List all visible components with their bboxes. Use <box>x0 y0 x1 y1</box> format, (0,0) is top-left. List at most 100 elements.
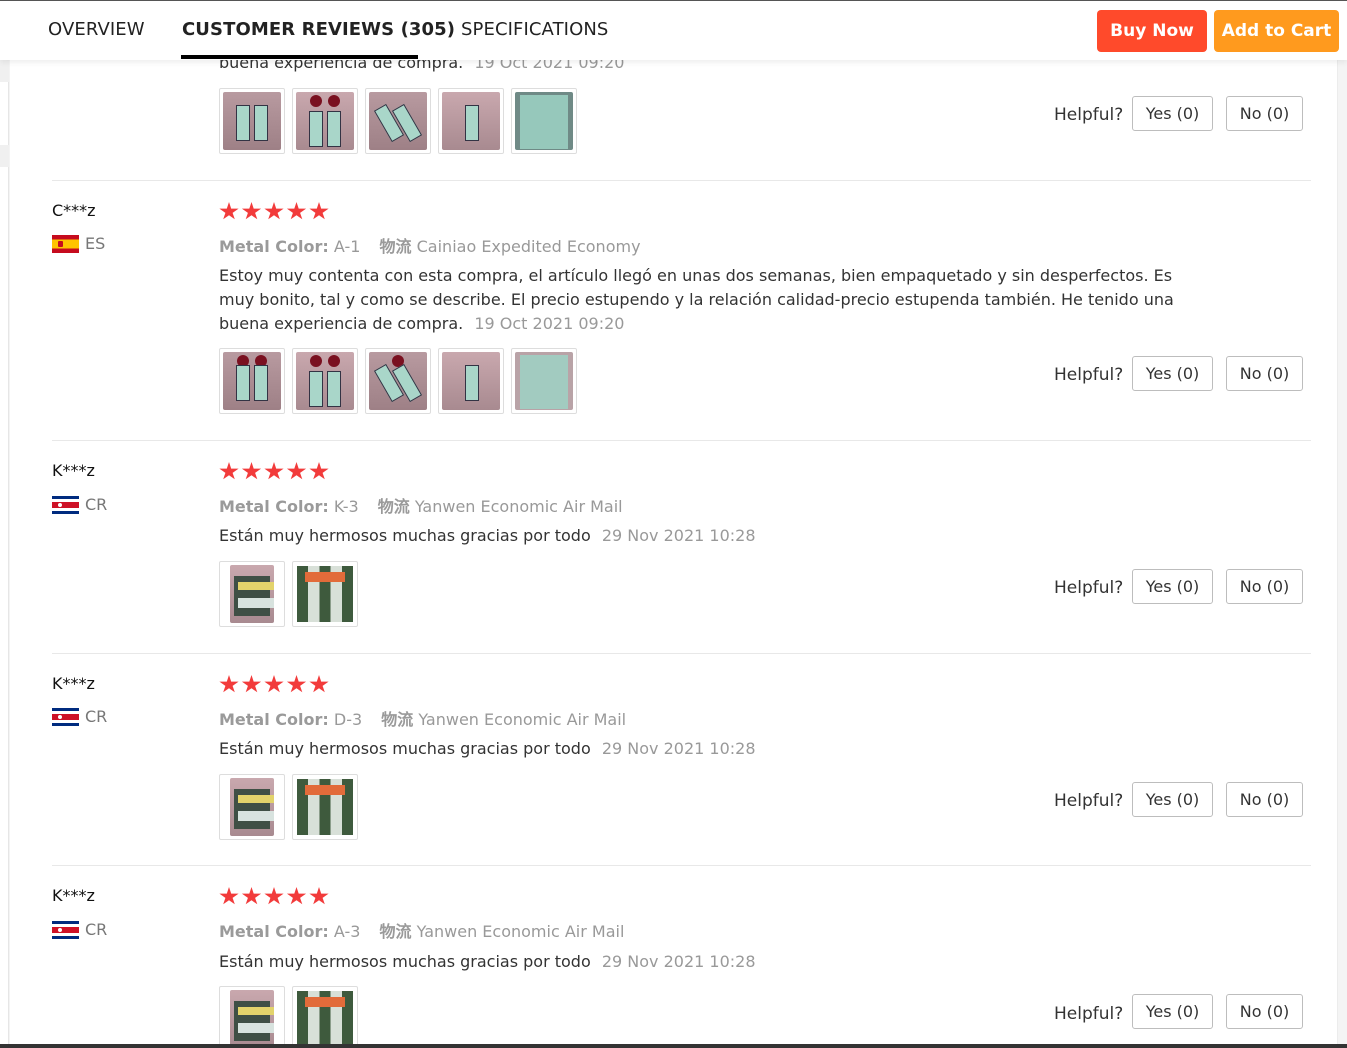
review-item: K***z CR Metal Color: A-3 物流 Yanwen Econ… <box>52 866 1311 1048</box>
review-date: 29 Nov 2021 10:28 <box>601 526 756 545</box>
review-photo[interactable] <box>219 986 285 1048</box>
country-code: ES <box>85 234 106 253</box>
helpful-yes-button[interactable]: Yes (0) <box>1132 569 1213 604</box>
star-rating <box>219 462 332 481</box>
tab-overview[interactable]: OVERVIEW <box>48 19 145 40</box>
reviewer-name: C***z <box>52 201 96 220</box>
review-photos <box>219 561 365 627</box>
metal-color-value: D-3 <box>333 710 363 729</box>
metal-color-label: Metal Color: <box>219 497 329 516</box>
star-icon <box>286 675 307 693</box>
tab-customer-reviews[interactable]: CUSTOMER REVIEWS (305) <box>182 19 455 40</box>
shipping-method: Yanwen Economic Air Mail <box>418 710 627 729</box>
star-icon <box>264 202 284 220</box>
helpful-no-button[interactable]: No (0) <box>1226 994 1303 1029</box>
review-photo[interactable] <box>292 348 358 414</box>
star-icon <box>286 462 307 480</box>
shipping-label: 物流 <box>381 710 414 729</box>
review-photo[interactable] <box>438 348 504 414</box>
review-body: Están muy hermosos muchas gracias por to… <box>219 739 591 758</box>
shipping-method: Cainiao Expedited Economy <box>416 237 641 256</box>
star-icon <box>219 675 239 693</box>
reviewer-name: K***z <box>52 674 95 693</box>
star-icon <box>219 202 239 220</box>
review-photo[interactable] <box>292 986 358 1048</box>
helpful-label: Helpful? <box>1054 791 1124 811</box>
review-photo[interactable] <box>365 88 431 154</box>
active-tab-indicator <box>181 55 418 59</box>
star-icon <box>264 887 284 905</box>
shipping-method: Yanwen Economic Air Mail <box>414 497 623 516</box>
star-icon <box>264 462 284 480</box>
metal-color-value: K-3 <box>333 497 359 516</box>
helpful-no-button[interactable]: No (0) <box>1226 569 1303 604</box>
star-icon <box>241 887 262 905</box>
costa-rica-flag-icon <box>52 707 79 726</box>
star-rating <box>219 202 332 221</box>
reviewer-name: K***z <box>52 461 95 480</box>
review-item: K***z CR Metal Color: K-3 物流 Yanwen Econ… <box>52 441 1311 654</box>
review-body: Estoy muy contenta con esta compra, el a… <box>219 266 1174 333</box>
helpful-no-button[interactable]: No (0) <box>1226 782 1303 817</box>
reviewer-country: CR <box>52 707 107 726</box>
shipping-label: 物流 <box>379 922 412 941</box>
review-photo[interactable] <box>292 774 358 840</box>
review-photo[interactable] <box>292 561 358 627</box>
review-photo[interactable] <box>219 561 285 627</box>
costa-rica-flag-icon <box>52 495 79 514</box>
star-icon <box>241 675 262 693</box>
buy-now-button[interactable]: Buy Now <box>1097 10 1207 52</box>
country-code: CR <box>85 707 108 726</box>
shipping-method: Yanwen Economic Air Mail <box>416 922 625 941</box>
review-sku-info: Metal Color: A-1 物流 Cainiao Expedited Ec… <box>219 233 641 257</box>
review-body: Están muy hermosos muchas gracias por to… <box>219 526 591 545</box>
helpful-label: Helpful? <box>1054 365 1124 385</box>
review-photos <box>219 88 584 154</box>
review-sku-info: Metal Color: A-3 物流 Yanwen Economic Air … <box>219 918 624 942</box>
review-text: Están muy hermosos muchas gracias por to… <box>219 737 1184 761</box>
star-icon <box>309 675 329 693</box>
review-photo[interactable] <box>219 348 285 414</box>
star-icon <box>309 887 329 905</box>
metal-color-value: A-1 <box>333 237 361 256</box>
review-photo[interactable] <box>219 774 285 840</box>
helpful-yes-button[interactable]: Yes (0) <box>1132 96 1213 131</box>
star-icon <box>309 202 329 220</box>
metal-color-value: A-3 <box>333 922 361 941</box>
product-tab-bar: OVERVIEW CUSTOMER REVIEWS (305) SPECIFIC… <box>0 0 1347 60</box>
review-photo[interactable] <box>292 88 358 154</box>
shipping-label: 物流 <box>377 497 410 516</box>
helpful-label: Helpful? <box>1054 578 1124 598</box>
metal-color-label: Metal Color: <box>219 237 329 256</box>
star-icon <box>219 462 239 480</box>
helpful-yes-button[interactable]: Yes (0) <box>1132 994 1213 1029</box>
review-sku-info: Metal Color: D-3 物流 Yanwen Economic Air … <box>219 706 626 730</box>
helpful-no-button[interactable]: No (0) <box>1226 96 1303 131</box>
review-date: 29 Nov 2021 10:28 <box>601 952 756 971</box>
review-photo[interactable] <box>511 88 577 154</box>
review-photos <box>219 774 365 840</box>
helpful-label: Helpful? <box>1054 105 1124 125</box>
review-date: 19 Oct 2021 09:20 <box>474 314 625 333</box>
helpful-yes-button[interactable]: Yes (0) <box>1132 356 1213 391</box>
review-photo[interactable] <box>511 348 577 414</box>
review-photo[interactable] <box>219 88 285 154</box>
review-photo[interactable] <box>365 348 431 414</box>
shipping-label: 物流 <box>379 237 412 256</box>
strip-notch <box>0 60 9 82</box>
star-rating <box>219 675 332 694</box>
add-to-cart-button[interactable]: Add to Cart <box>1214 10 1339 52</box>
tab-specifications[interactable]: SPECIFICATIONS <box>461 19 608 40</box>
star-rating <box>219 887 332 906</box>
star-icon <box>286 887 307 905</box>
star-icon <box>309 462 329 480</box>
star-icon <box>286 202 307 220</box>
review-photos <box>219 986 365 1048</box>
helpful-no-button[interactable]: No (0) <box>1226 356 1303 391</box>
review-sku-info: Metal Color: K-3 物流 Yanwen Economic Air … <box>219 493 623 517</box>
review-photos <box>219 348 584 414</box>
helpful-yes-button[interactable]: Yes (0) <box>1132 782 1213 817</box>
costa-rica-flag-icon <box>52 920 79 939</box>
review-photo[interactable] <box>438 88 504 154</box>
star-icon <box>264 675 284 693</box>
